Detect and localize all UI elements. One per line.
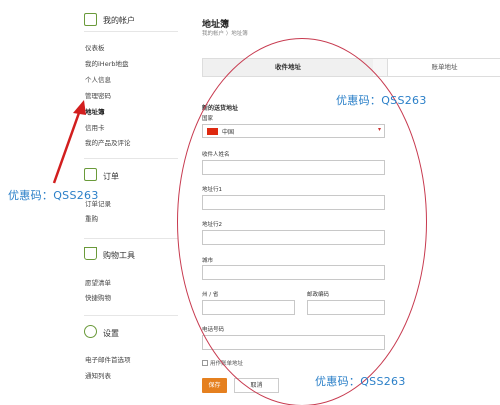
sidebar-item-address-book[interactable]: 地址簿 [85,106,105,116]
sidebar-item-wishlist[interactable]: 愿望清单 [85,277,111,287]
sidebar-item-quick-order[interactable]: 快捷购物 [85,292,111,302]
sidebar-item-personal-info[interactable]: 个人信息 [85,74,111,84]
use-as-billing-checkbox[interactable] [202,360,208,366]
divider [84,158,178,159]
save-button[interactable]: 保存 [202,378,227,393]
divider [84,238,178,239]
promo-code-left: 优惠码：QSS263 [8,189,99,202]
user-icon [84,13,97,26]
divider [84,31,178,32]
cart-icon [84,247,97,260]
promo-code-top: 优惠码：QSS263 [336,94,427,107]
sidebar-item-notify-list[interactable]: 通知列表 [85,370,111,380]
sidebar-item-reviews[interactable]: 我的产品及评论 [85,137,131,147]
tab-billing[interactable]: 账单地址 [387,59,500,76]
sidebar-item-email-prefs[interactable]: 电子邮件首选项 [85,354,131,364]
sidebar-item-dashboard[interactable]: 仪表板 [85,42,105,52]
account-section-title: 我的帐户 [103,16,135,25]
orders-icon [84,168,97,181]
sidebar-item-credit-card[interactable]: 信用卡 [85,122,105,132]
divider [84,315,178,316]
promo-code-bottom: 优惠码：QSS263 [315,375,406,388]
sidebar-item-password[interactable]: 管理密码 [85,90,111,100]
settings-section-title: 设置 [103,329,119,338]
sidebar-item-reorder[interactable]: 重购 [85,213,98,223]
breadcrumb[interactable]: 我的帐户 〉地址簿 [202,29,248,37]
gear-icon [84,325,97,338]
sidebar-item-my-iherb[interactable]: 我的iHerb地盘 [85,58,129,68]
tools-section-title: 购物工具 [103,251,135,260]
orders-section-title: 订单 [103,172,119,181]
